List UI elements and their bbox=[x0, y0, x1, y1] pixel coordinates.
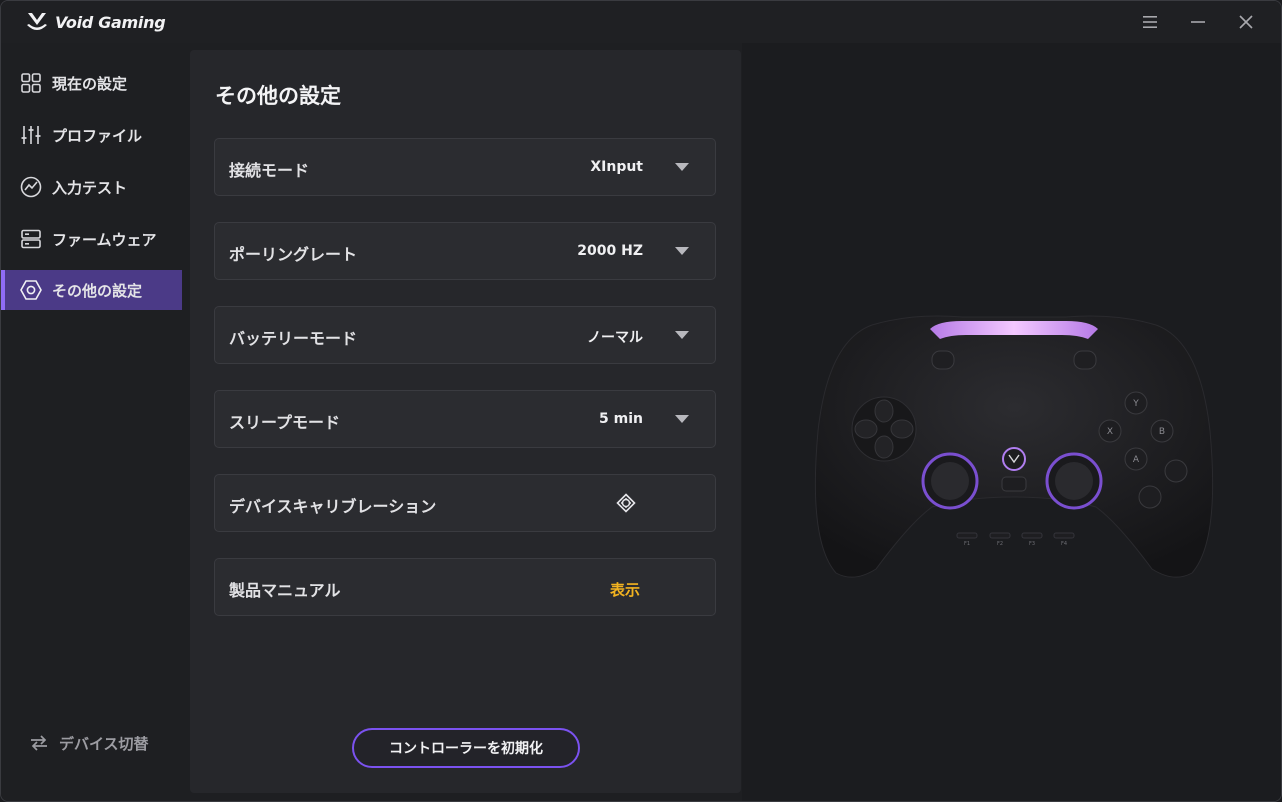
back-label-f3: F3 bbox=[1029, 541, 1035, 547]
back-label-f1: F1 bbox=[964, 541, 970, 547]
home-button bbox=[1002, 447, 1026, 471]
minimize-icon bbox=[1191, 21, 1205, 23]
sidebar: 現在の設定 プロファイル 入力テスト ファームウェア その他の設定 デバイス切替 bbox=[1, 43, 182, 801]
close-icon bbox=[1239, 15, 1253, 29]
battery-mode-row[interactable]: バッテリーモード ノーマル bbox=[214, 306, 716, 364]
device-calibration-row[interactable]: デバイスキャリブレーション bbox=[214, 474, 716, 532]
sidebar-item-current-settings[interactable]: 現在の設定 bbox=[1, 63, 182, 103]
product-manual-row: 製品マニュアル 表示 bbox=[214, 558, 716, 616]
row-label: デバイスキャリブレーション bbox=[229, 497, 437, 516]
sidebar-item-label: 入力テスト bbox=[52, 179, 128, 197]
app-window: Void Gaming 現在の設定 プロファイル 入力テスト ファームウェア そ… bbox=[0, 0, 1282, 802]
sidebar-item-profiles[interactable]: プロファイル bbox=[1, 115, 182, 155]
calibration-icon[interactable] bbox=[616, 493, 636, 513]
face-button-a: A bbox=[1133, 455, 1140, 465]
row-label: スリープモード bbox=[229, 413, 341, 432]
face-button-b: B bbox=[1159, 427, 1165, 437]
title-bar: Void Gaming bbox=[1, 1, 1281, 43]
sidebar-item-other-settings[interactable]: その他の設定 bbox=[1, 270, 182, 310]
menu-icon bbox=[1143, 16, 1157, 28]
caret-down-icon[interactable] bbox=[675, 163, 689, 172]
back-buttons bbox=[956, 532, 1075, 539]
right-stick bbox=[1055, 462, 1093, 500]
sidebar-item-label: プロファイル bbox=[52, 127, 143, 145]
switch-device-button[interactable]: デバイス切替 bbox=[29, 731, 149, 755]
caret-down-icon[interactable] bbox=[675, 415, 689, 424]
brand-name: Void Gaming bbox=[55, 12, 166, 32]
face-button-y: Y bbox=[1132, 399, 1139, 409]
reset-controller-label: コントローラーを初期化 bbox=[389, 741, 543, 757]
back-label-f4: F4 bbox=[1061, 541, 1067, 547]
left-stick bbox=[931, 462, 969, 500]
minimize-button[interactable] bbox=[1184, 9, 1212, 35]
controller-image: Y X B A F1 F2 F3 F4 bbox=[814, 315, 1214, 578]
void-logo-icon bbox=[27, 13, 47, 30]
face-button-x: X bbox=[1107, 427, 1113, 437]
connection-mode-row[interactable]: 接続モード XInput bbox=[214, 138, 716, 196]
row-label: 製品マニュアル bbox=[229, 581, 341, 600]
show-manual-link[interactable]: 表示 bbox=[610, 579, 640, 600]
battery-mode-value: ノーマル bbox=[587, 330, 643, 346]
caret-down-icon[interactable] bbox=[675, 247, 689, 256]
menu-button[interactable] bbox=[1136, 9, 1164, 35]
polling-rate-value: 2000 HZ bbox=[577, 243, 643, 259]
controller-preview-area: Y X B A F1 F2 F3 F4 bbox=[742, 43, 1281, 801]
page-title: その他の設定 bbox=[215, 84, 341, 108]
settings-panel: その他の設定 接続モード XInput ポーリングレート 2000 HZ バッテ… bbox=[190, 50, 741, 793]
row-label: 接続モード bbox=[229, 161, 310, 180]
close-button[interactable] bbox=[1232, 9, 1260, 35]
row-label: バッテリーモード bbox=[229, 329, 358, 348]
sidebar-item-firmware[interactable]: ファームウェア bbox=[1, 219, 182, 259]
sleep-mode-value: 5 min bbox=[599, 411, 643, 427]
share-button bbox=[1001, 476, 1027, 492]
caret-down-icon[interactable] bbox=[675, 331, 689, 340]
connection-mode-value: XInput bbox=[590, 159, 643, 175]
back-label-f2: F2 bbox=[997, 541, 1003, 547]
reset-controller-button[interactable]: コントローラーを初期化 bbox=[352, 728, 580, 768]
menu-controller-button bbox=[1073, 350, 1097, 370]
brand: Void Gaming bbox=[25, 11, 166, 33]
polling-rate-row[interactable]: ポーリングレート 2000 HZ bbox=[214, 222, 716, 280]
sidebar-item-input-test[interactable]: 入力テスト bbox=[1, 167, 182, 207]
sidebar-item-label: その他の設定 bbox=[52, 282, 143, 300]
sleep-mode-row[interactable]: スリープモード 5 min bbox=[214, 390, 716, 448]
switch-device-label: デバイス切替 bbox=[59, 734, 149, 753]
sliders-icon bbox=[21, 126, 41, 144]
view-button bbox=[931, 350, 955, 370]
sidebar-item-label: ファームウェア bbox=[52, 231, 157, 249]
swap-arrows-icon bbox=[31, 735, 47, 751]
hexagon-settings-icon bbox=[20, 280, 42, 300]
server-icon bbox=[21, 229, 41, 249]
row-label: ポーリングレート bbox=[229, 245, 358, 264]
sidebar-item-label: 現在の設定 bbox=[52, 75, 128, 93]
activity-icon bbox=[20, 176, 42, 198]
grid-icon bbox=[21, 73, 41, 93]
